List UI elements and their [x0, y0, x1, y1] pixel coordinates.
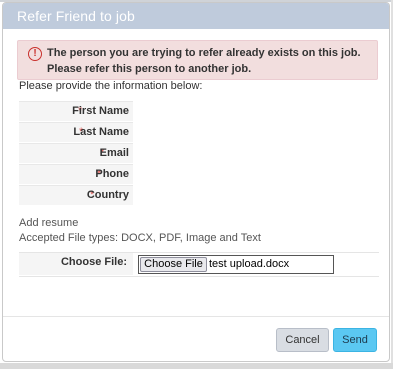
add-resume-title: Add resume: [19, 217, 79, 229]
choose-file-label: Choose File:: [60, 256, 127, 268]
form-instructions: Please provide the information below:: [19, 80, 203, 92]
field-label-last-name: Last Name: [73, 126, 129, 138]
field-country: * Country: [19, 185, 133, 205]
dialog-title: Refer Friend to job: [17, 8, 135, 24]
backdrop-bottom: [0, 363, 393, 369]
choose-file-button[interactable]: Choose File: [140, 257, 207, 272]
field-first-name: * First Name: [19, 101, 133, 121]
footer-divider: [3, 316, 389, 317]
selected-file-name: test upload.docx: [209, 258, 290, 270]
accepted-file-types: Accepted File types: DOCX, PDF, Image an…: [19, 232, 261, 244]
dialog-header: Refer Friend to job: [3, 3, 389, 29]
divider: [19, 276, 379, 277]
field-label-first-name: First Name: [72, 105, 129, 117]
send-button[interactable]: Send: [333, 328, 377, 352]
field-label-phone: Phone: [95, 168, 129, 180]
resume-file-input[interactable]: Choose File test upload.docx: [138, 255, 334, 274]
refer-friend-dialog: Refer Friend to job ! The person you are…: [2, 2, 390, 362]
alert-message: The person you are trying to refer alrea…: [47, 47, 361, 75]
exclamation-circle-icon: !: [28, 47, 42, 61]
field-last-name: * Last Name: [19, 122, 133, 142]
field-label-country: Country: [86, 189, 129, 201]
cancel-button[interactable]: Cancel: [276, 328, 329, 352]
field-phone: * Phone: [19, 164, 133, 184]
file-label-cell: Choose File:: [19, 253, 133, 275]
error-alert: ! The person you are trying to refer alr…: [17, 40, 378, 80]
field-email: * Email: [19, 143, 133, 163]
field-label-email: Email: [99, 147, 129, 159]
